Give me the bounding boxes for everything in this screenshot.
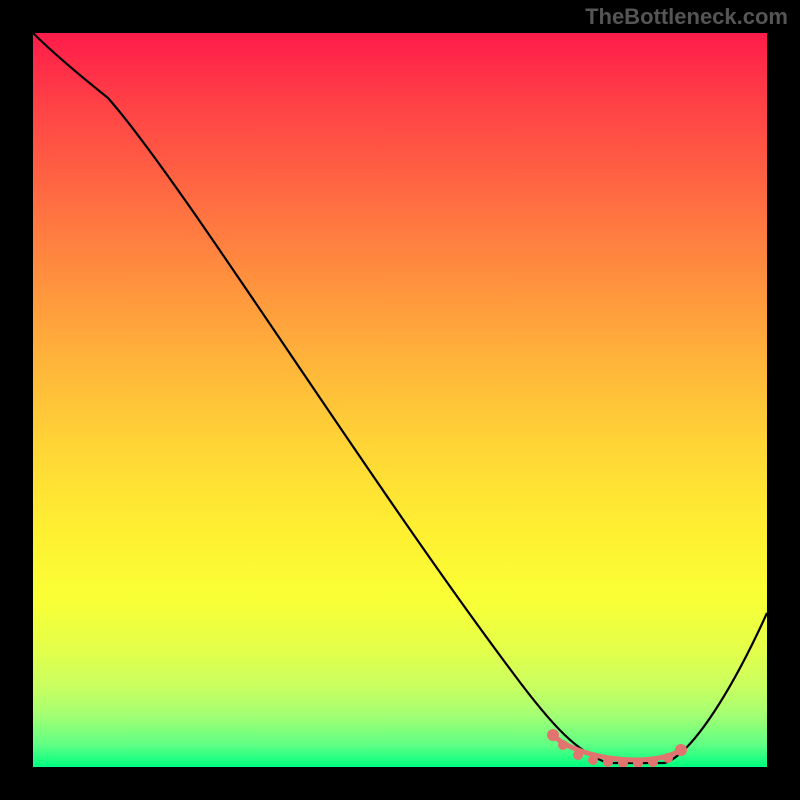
chart-plot-area (33, 33, 767, 767)
watermark-text: TheBottleneck.com (585, 4, 788, 30)
bottleneck-curve-line (33, 33, 767, 763)
chart-svg (33, 33, 767, 767)
